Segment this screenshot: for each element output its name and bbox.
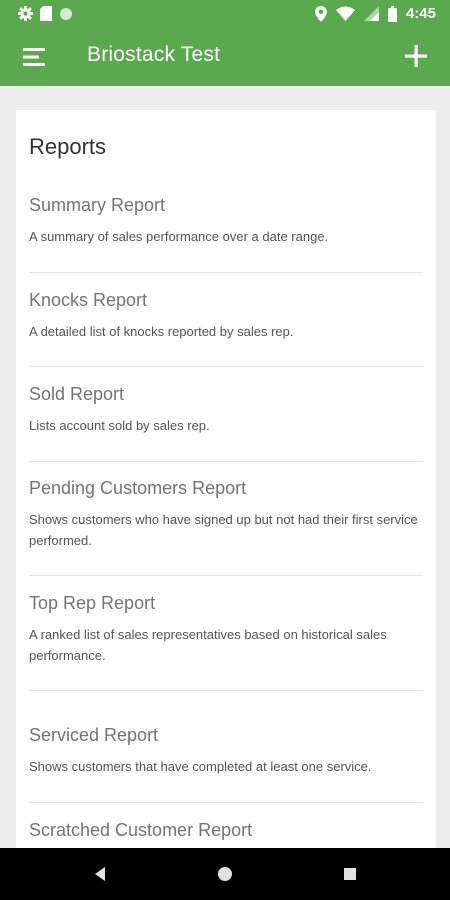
settings-icon xyxy=(18,6,33,21)
content-area[interactable]: Reports Summary Report A summary of sale… xyxy=(0,86,450,848)
add-button[interactable] xyxy=(402,42,430,70)
report-description: Shows customers who have signed up but n… xyxy=(29,512,418,548)
status-left-icons xyxy=(18,6,73,21)
status-time: 4:45 xyxy=(405,5,436,22)
recents-button[interactable] xyxy=(340,864,360,884)
report-description: Lists account sold by sales rep. xyxy=(29,418,210,433)
report-item-sold[interactable]: Sold Report Lists account sold by sales … xyxy=(29,384,423,436)
report-description: A detailed list of knocks reported by sa… xyxy=(29,324,294,339)
add-icon xyxy=(405,45,427,67)
wifi-icon xyxy=(335,6,355,21)
report-title: Top Rep Report xyxy=(29,593,156,613)
report-item-scratched-customer[interactable]: Scratched Customer Report xyxy=(29,820,423,841)
recents-icon xyxy=(344,868,356,880)
status-right-icons: 4:45 xyxy=(314,5,436,22)
report-title: Serviced Report xyxy=(29,725,159,745)
battery-icon xyxy=(387,5,397,22)
divider xyxy=(29,272,423,273)
back-button[interactable] xyxy=(90,864,110,884)
report-item-top-rep[interactable]: Top Rep Report A ranked list of sales re… xyxy=(29,593,423,666)
home-icon xyxy=(218,867,232,881)
reports-card: Reports Summary Report A summary of sale… xyxy=(16,110,436,848)
divider xyxy=(29,461,423,462)
app-title: Briostack Test xyxy=(87,43,221,66)
report-title: Knocks Report xyxy=(29,290,148,310)
home-button[interactable] xyxy=(215,864,235,884)
sd-card-icon xyxy=(40,6,52,21)
report-item-serviced[interactable]: Serviced Report Shows customers that hav… xyxy=(29,725,423,777)
navigation-bar xyxy=(0,848,450,900)
status-bar: 4:45 xyxy=(0,0,450,30)
report-item-knocks[interactable]: Knocks Report A detailed list of knocks … xyxy=(29,290,423,342)
divider xyxy=(29,802,423,803)
report-title: Scratched Customer Report xyxy=(29,820,253,840)
location-icon xyxy=(314,5,327,22)
report-title: Pending Customers Report xyxy=(29,478,247,498)
report-title: Sold Report xyxy=(29,384,125,404)
report-item-pending-customers[interactable]: Pending Customers Report Shows customers… xyxy=(29,478,423,551)
divider xyxy=(29,366,423,367)
report-item-summary[interactable]: Summary Report A summary of sales perfor… xyxy=(29,195,423,247)
app-bar: Briostack Test xyxy=(0,30,450,86)
circle-icon xyxy=(60,7,72,20)
reports-heading: Reports xyxy=(29,134,107,159)
report-description: A ranked list of sales representatives b… xyxy=(29,627,387,663)
back-icon xyxy=(95,867,105,881)
report-description: A summary of sales performance over a da… xyxy=(29,229,329,244)
divider xyxy=(29,690,423,691)
menu-button[interactable] xyxy=(22,44,48,70)
divider xyxy=(29,575,423,576)
menu-icon xyxy=(23,48,45,66)
report-title: Summary Report xyxy=(29,195,166,215)
signal-icon xyxy=(363,6,379,21)
report-description: Shows customers that have completed at l… xyxy=(29,759,372,774)
